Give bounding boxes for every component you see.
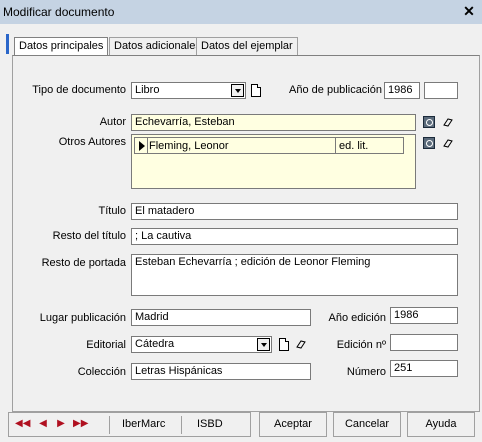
window-title: Modificar documento [3,5,115,19]
otros-autores-label: Otros Autores [58,136,126,148]
record-navigator: ◀◀ ◀ ▶ ▶▶ IberMarc ISBD [8,412,251,437]
lugar-publicacion-input[interactable]: Madrid [131,309,311,326]
resto-titulo-label: Resto del título [52,230,126,242]
ayuda-button[interactable]: Ayuda [407,412,475,437]
eraser-icon[interactable] [443,138,453,148]
titulo-label: Título [98,205,126,217]
last-record-button[interactable]: ▶▶ [73,417,88,431]
edicion-input[interactable] [390,334,458,351]
eraser-icon[interactable] [443,117,453,127]
active-tab-indicator [6,34,9,54]
otros-autores-list[interactable]: Fleming, Leonor ed. lit. [131,134,416,189]
anio-publicacion-extra-input[interactable] [424,82,458,99]
tab-datos-principales[interactable]: Datos principales [14,37,109,55]
column-divider [335,138,336,153]
autor-label: Autor [99,116,126,128]
otros-autor-role: ed. lit. [339,140,369,152]
chevron-down-icon[interactable] [257,338,270,351]
search-icon[interactable] [423,137,435,149]
search-icon[interactable] [423,116,435,128]
tipo-documento-value: Libro [135,84,160,96]
next-record-button[interactable]: ▶ [55,417,67,431]
cancelar-button[interactable]: Cancelar [333,412,401,437]
separator [181,416,182,434]
aceptar-button[interactable]: Aceptar [259,412,327,437]
numero-label: Número [346,366,386,378]
tipo-documento-select[interactable]: Libro [131,82,246,99]
isbd-button[interactable]: ISBD [197,418,223,430]
separator [109,416,110,434]
tab-datos-adicionales[interactable]: Datos adicionales [109,37,206,55]
autor-input[interactable]: Echevarría, Esteban [131,114,416,131]
tipo-documento-label: Tipo de documento [32,84,126,96]
anio-publicacion-input[interactable]: 1986 [384,82,420,99]
tab-datos-ejemplar[interactable]: Datos del ejemplar [196,37,298,55]
anio-publicacion-label: Año de publicación [289,84,382,96]
resto-titulo-input[interactable]: ; La cautiva [131,228,458,245]
document-icon[interactable] [251,84,261,97]
first-record-button[interactable]: ◀◀ [15,417,30,431]
editorial-label: Editorial [86,339,126,351]
editorial-value: Cátedra [135,338,175,350]
row-marker-icon [139,141,145,151]
resto-portada-label: Resto de portada [41,257,126,269]
list-item[interactable]: Fleming, Leonor ed. lit. [134,137,404,154]
chevron-down-icon[interactable] [231,84,244,97]
eraser-icon[interactable] [296,339,306,349]
edicion-label: Edición nº [336,339,386,351]
title-bar: Modificar documento ✕ [0,0,482,24]
lugar-publicacion-label: Lugar publicación [39,312,126,324]
document-icon[interactable] [279,338,289,351]
anio-edicion-label: Año edición [328,312,387,324]
editorial-select[interactable]: Cátedra [131,336,272,353]
resto-portada-textarea[interactable]: Esteban Echevarría ; edición de Leonor F… [131,254,458,296]
column-divider [147,138,148,153]
numero-input[interactable]: 251 [390,360,458,377]
previous-record-button[interactable]: ◀ [37,417,49,431]
titulo-input[interactable]: El matadero [131,203,458,220]
otros-autor-name: Fleming, Leonor [149,140,229,152]
coleccion-input[interactable]: Letras Hispánicas [131,363,311,380]
coleccion-label: Colección [77,366,126,378]
anio-edicion-input[interactable]: 1986 [390,307,458,324]
close-button[interactable]: ✕ [462,4,476,18]
ibermarc-button[interactable]: IberMarc [122,418,165,430]
